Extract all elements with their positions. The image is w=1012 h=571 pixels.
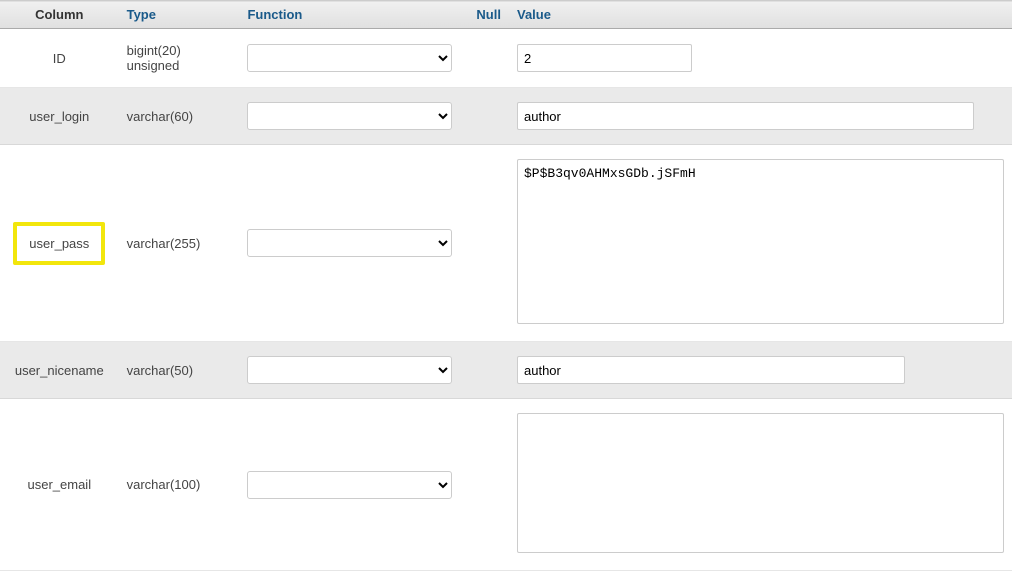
null-cell xyxy=(468,29,509,88)
column-cell: ID xyxy=(0,29,119,88)
value-input[interactable] xyxy=(517,356,905,384)
value-textarea[interactable] xyxy=(517,413,1004,553)
type-cell: varchar(100) xyxy=(119,399,240,571)
column-label: user_login xyxy=(29,109,89,124)
value-cell xyxy=(509,145,1012,342)
function-select[interactable] xyxy=(247,471,452,499)
header-function: Function xyxy=(239,1,468,29)
type-cell: varchar(50) xyxy=(119,342,240,399)
value-input[interactable] xyxy=(517,102,974,130)
header-row: Column Type Function Null Value xyxy=(0,1,1012,29)
header-type: Type xyxy=(119,1,240,29)
table-row: ID bigint(20) unsigned xyxy=(0,29,1012,88)
table-row: user_login varchar(60) xyxy=(0,88,1012,145)
column-label: user_pass xyxy=(29,236,89,251)
edit-table: Column Type Function Null Value ID bigint… xyxy=(0,0,1012,571)
header-value: Value xyxy=(509,1,1012,29)
column-cell: user_pass xyxy=(0,145,119,342)
column-cell: user_login xyxy=(0,88,119,145)
null-cell xyxy=(468,145,509,342)
value-cell xyxy=(509,342,1012,399)
column-cell: user_nicename xyxy=(0,342,119,399)
type-cell: varchar(60) xyxy=(119,88,240,145)
column-cell: user_email xyxy=(0,399,119,571)
function-select[interactable] xyxy=(247,229,452,257)
value-cell xyxy=(509,29,1012,88)
value-textarea[interactable] xyxy=(517,159,1004,324)
function-cell xyxy=(239,145,468,342)
header-column: Column xyxy=(0,1,119,29)
function-select[interactable] xyxy=(247,44,452,72)
column-label: user_email xyxy=(28,477,92,492)
header-null: Null xyxy=(468,1,509,29)
function-cell xyxy=(239,342,468,399)
function-select[interactable] xyxy=(247,356,452,384)
table-row: user_email varchar(100) xyxy=(0,399,1012,571)
type-cell: varchar(255) xyxy=(119,145,240,342)
value-cell xyxy=(509,88,1012,145)
function-select[interactable] xyxy=(247,102,452,130)
null-cell xyxy=(468,88,509,145)
column-label: user_nicename xyxy=(15,363,104,378)
column-label: ID xyxy=(53,51,66,66)
value-input[interactable] xyxy=(517,44,692,72)
table-row: user_pass varchar(255) xyxy=(0,145,1012,342)
highlight-box: user_pass xyxy=(13,222,105,265)
null-cell xyxy=(468,342,509,399)
function-cell xyxy=(239,29,468,88)
table-row: user_nicename varchar(50) xyxy=(0,342,1012,399)
type-cell: bigint(20) unsigned xyxy=(119,29,240,88)
null-cell xyxy=(468,399,509,571)
function-cell xyxy=(239,88,468,145)
value-cell xyxy=(509,399,1012,571)
function-cell xyxy=(239,399,468,571)
